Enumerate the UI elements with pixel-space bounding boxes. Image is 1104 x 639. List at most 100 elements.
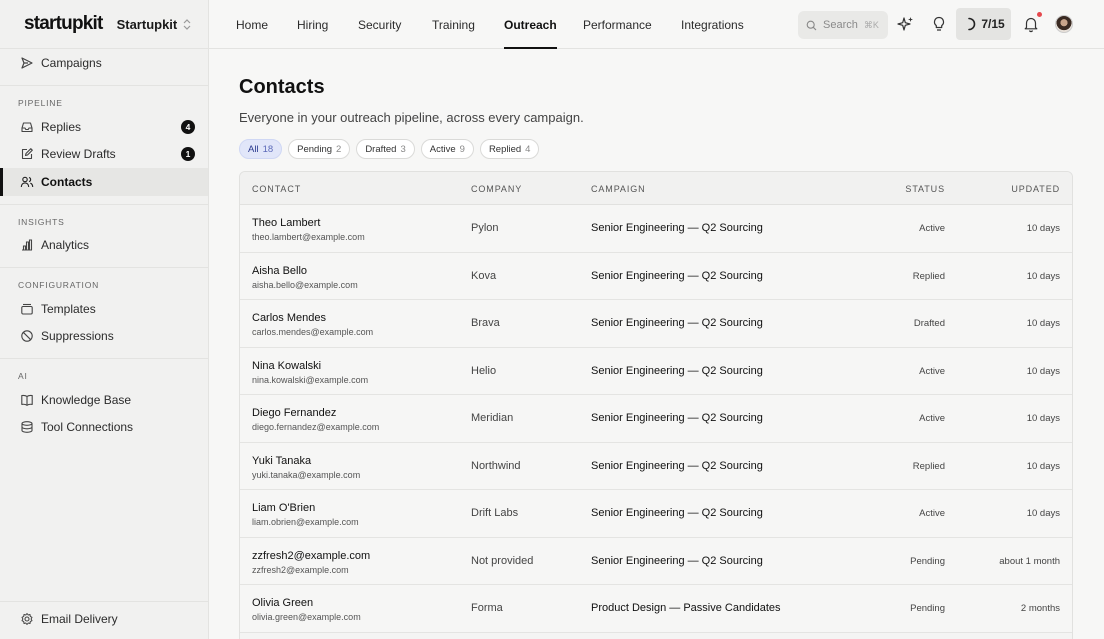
table-row[interactable]: Carlos Mendes carlos.mendes@example.com … bbox=[240, 300, 1072, 348]
table-row[interactable]: Yuki Tanaka yuki.tanaka@example.com Nort… bbox=[240, 442, 1072, 490]
contact-company: Forma bbox=[471, 602, 503, 614]
sidebar-item-label: Knowledge Base bbox=[41, 392, 132, 407]
table-row[interactable]: Theo Lambert theo.lambert@example.com Py… bbox=[240, 205, 1072, 253]
chip-count: 9 bbox=[459, 143, 465, 155]
avatar[interactable] bbox=[1055, 15, 1073, 33]
column-header-updated[interactable]: UPDATED bbox=[1011, 172, 1060, 205]
workspace-name: Startupkit bbox=[116, 16, 178, 32]
tab-integrations[interactable]: Integrations bbox=[681, 0, 744, 49]
status-badge: Replied bbox=[912, 460, 945, 472]
edit-icon bbox=[20, 147, 34, 161]
contact-name: Liam O'Brien bbox=[252, 502, 316, 514]
chip-count: 18 bbox=[262, 143, 274, 155]
column-header-contact[interactable]: CONTACT bbox=[252, 172, 301, 205]
chip-label: All bbox=[248, 143, 259, 155]
table-row[interactable]: Olivia Green olivia.green@example.com Fo… bbox=[240, 585, 1072, 633]
updated-time: 10 days bbox=[1026, 460, 1060, 472]
tab-security[interactable]: Security bbox=[358, 0, 401, 49]
sidebar-item-label: Campaigns bbox=[41, 55, 102, 70]
page-title: Contacts bbox=[239, 76, 325, 98]
filter-chip-pending[interactable]: Pending 2 bbox=[288, 139, 351, 159]
table-row[interactable]: zzfresh2@example.com zzfresh2@example.co… bbox=[240, 537, 1072, 585]
drafts-count-badge: 1 bbox=[181, 147, 195, 162]
contact-name: Yuki Tanaka bbox=[252, 454, 312, 467]
section-label-pipeline: PIPELINE bbox=[18, 98, 63, 108]
startupkit-logo[interactable]: startupkit bbox=[24, 13, 103, 35]
updated-time: about 1 month bbox=[999, 555, 1060, 567]
column-header-company[interactable]: COMPANY bbox=[471, 172, 522, 205]
sidebar-item-label: Review Drafts bbox=[41, 147, 116, 162]
lightbulb-icon[interactable] bbox=[930, 15, 948, 33]
search-input[interactable]: Search ⌘K bbox=[798, 11, 888, 39]
contact-email: yuki.tanaka@example.com bbox=[252, 469, 361, 480]
workspace-switcher[interactable]: Startupkit bbox=[117, 17, 192, 32]
contact-email: carlos.mendes@example.com bbox=[252, 327, 374, 337]
filter-chip-active[interactable]: Active 9 bbox=[420, 139, 474, 159]
filter-chips: All 18 Pending 2 Drafted 3 Active 9 Repl… bbox=[239, 139, 540, 159]
contact-email: liam.obrien@example.com bbox=[252, 517, 359, 527]
sidebar-item-email-delivery[interactable]: Email Delivery bbox=[0, 605, 208, 633]
chip-label: Pending bbox=[297, 143, 333, 155]
sidebar-item-tool-connections[interactable]: Tool Connections bbox=[0, 414, 208, 442]
book-icon bbox=[20, 393, 34, 407]
filter-chip-all[interactable]: All 18 bbox=[239, 139, 283, 159]
section-label-configuration: CONFIGURATION bbox=[18, 280, 100, 290]
search-shortcut: ⌘K bbox=[863, 19, 879, 30]
table-row[interactable]: Diego Fernandez diego.fernandez@example.… bbox=[240, 395, 1072, 443]
sparkles-icon[interactable] bbox=[897, 15, 915, 33]
updated-time: 10 days bbox=[1026, 270, 1060, 282]
filter-chip-drafted[interactable]: Drafted 3 bbox=[356, 139, 415, 159]
inbox-icon bbox=[20, 120, 34, 134]
tab-performance[interactable]: Performance bbox=[583, 0, 652, 49]
updated-time: 2 months bbox=[1020, 603, 1060, 614]
contact-campaign: Senior Engineering — Q2 Sourcing bbox=[591, 364, 763, 377]
chip-count: 4 bbox=[525, 143, 531, 155]
chip-label: Drafted bbox=[365, 143, 397, 155]
credits-value: 7/15 bbox=[981, 17, 1005, 31]
bell-icon[interactable] bbox=[1022, 15, 1040, 33]
contact-campaign: Senior Engineering — Q2 Sourcing bbox=[591, 269, 763, 282]
contact-name: Diego Fernandez bbox=[252, 407, 337, 419]
sidebar-item-suppressions[interactable]: Suppressions bbox=[0, 323, 208, 351]
notification-dot bbox=[1037, 12, 1042, 17]
contact-company: Brava bbox=[471, 317, 500, 329]
updated-time: 10 days bbox=[1026, 318, 1060, 329]
filter-chip-replied[interactable]: Replied 4 bbox=[479, 139, 540, 159]
status-badge: Drafted bbox=[913, 318, 945, 329]
table-row[interactable]: Nina Kowalski nina.kowalski@example.com … bbox=[240, 347, 1072, 395]
tab-hiring[interactable]: Hiring bbox=[297, 0, 328, 49]
sidebar-item-contacts[interactable]: Contacts bbox=[0, 168, 208, 196]
contacts-table: CONTACT COMPANY CAMPAIGN STATUS UPDATED … bbox=[239, 171, 1073, 639]
table-row[interactable]: Liam O'Brien liam.obrien@example.com Dri… bbox=[240, 490, 1072, 538]
sidebar-item-replies[interactable]: Replies 4 bbox=[0, 113, 208, 141]
sidebar-item-campaigns[interactable]: Campaigns bbox=[0, 49, 208, 77]
sidebar-item-label: Analytics bbox=[41, 238, 90, 253]
contact-name: Nina Kowalski bbox=[252, 359, 322, 372]
status-badge: Pending bbox=[910, 603, 945, 614]
contact-company: Meridian bbox=[471, 412, 514, 424]
contact-email: theo.lambert@example.com bbox=[252, 232, 365, 242]
status-badge: Active bbox=[919, 223, 945, 234]
sidebar-item-label: Email Delivery bbox=[41, 611, 118, 626]
status-badge: Pending bbox=[910, 555, 945, 567]
column-header-campaign[interactable]: CAMPAIGN bbox=[591, 172, 646, 205]
sidebar-item-knowledge-base[interactable]: Knowledge Base bbox=[0, 386, 208, 414]
tab-outreach[interactable]: Outreach bbox=[504, 0, 557, 49]
contact-email: olivia.green@example.com bbox=[252, 612, 361, 622]
tab-home[interactable]: Home bbox=[236, 0, 268, 49]
sidebar-item-templates[interactable]: Templates bbox=[0, 295, 208, 323]
sidebar-item-label: Tool Connections bbox=[41, 420, 134, 435]
contact-email: diego.fernandez@example.com bbox=[252, 422, 380, 432]
contact-name: Aisha Bello bbox=[252, 264, 308, 277]
tab-training[interactable]: Training bbox=[432, 0, 475, 49]
column-header-status[interactable]: STATUS bbox=[905, 172, 945, 205]
credits-counter[interactable]: 7/15 bbox=[956, 8, 1011, 40]
sidebar-item-review-drafts[interactable]: Review Drafts 1 bbox=[0, 141, 208, 169]
sidebar-item-analytics[interactable]: Analytics bbox=[0, 232, 208, 260]
contact-campaign: Product Design — Passive Candidates bbox=[591, 602, 781, 614]
contact-email: zzfresh2@example.com bbox=[252, 564, 349, 575]
contact-campaign: Senior Engineering — Q2 Sourcing bbox=[591, 412, 763, 424]
table-row[interactable]: Aisha Bello aisha.bello@example.com Kova… bbox=[240, 252, 1072, 300]
chip-count: 3 bbox=[400, 143, 406, 155]
brand-bar: startupkit Startupkit bbox=[0, 0, 208, 49]
